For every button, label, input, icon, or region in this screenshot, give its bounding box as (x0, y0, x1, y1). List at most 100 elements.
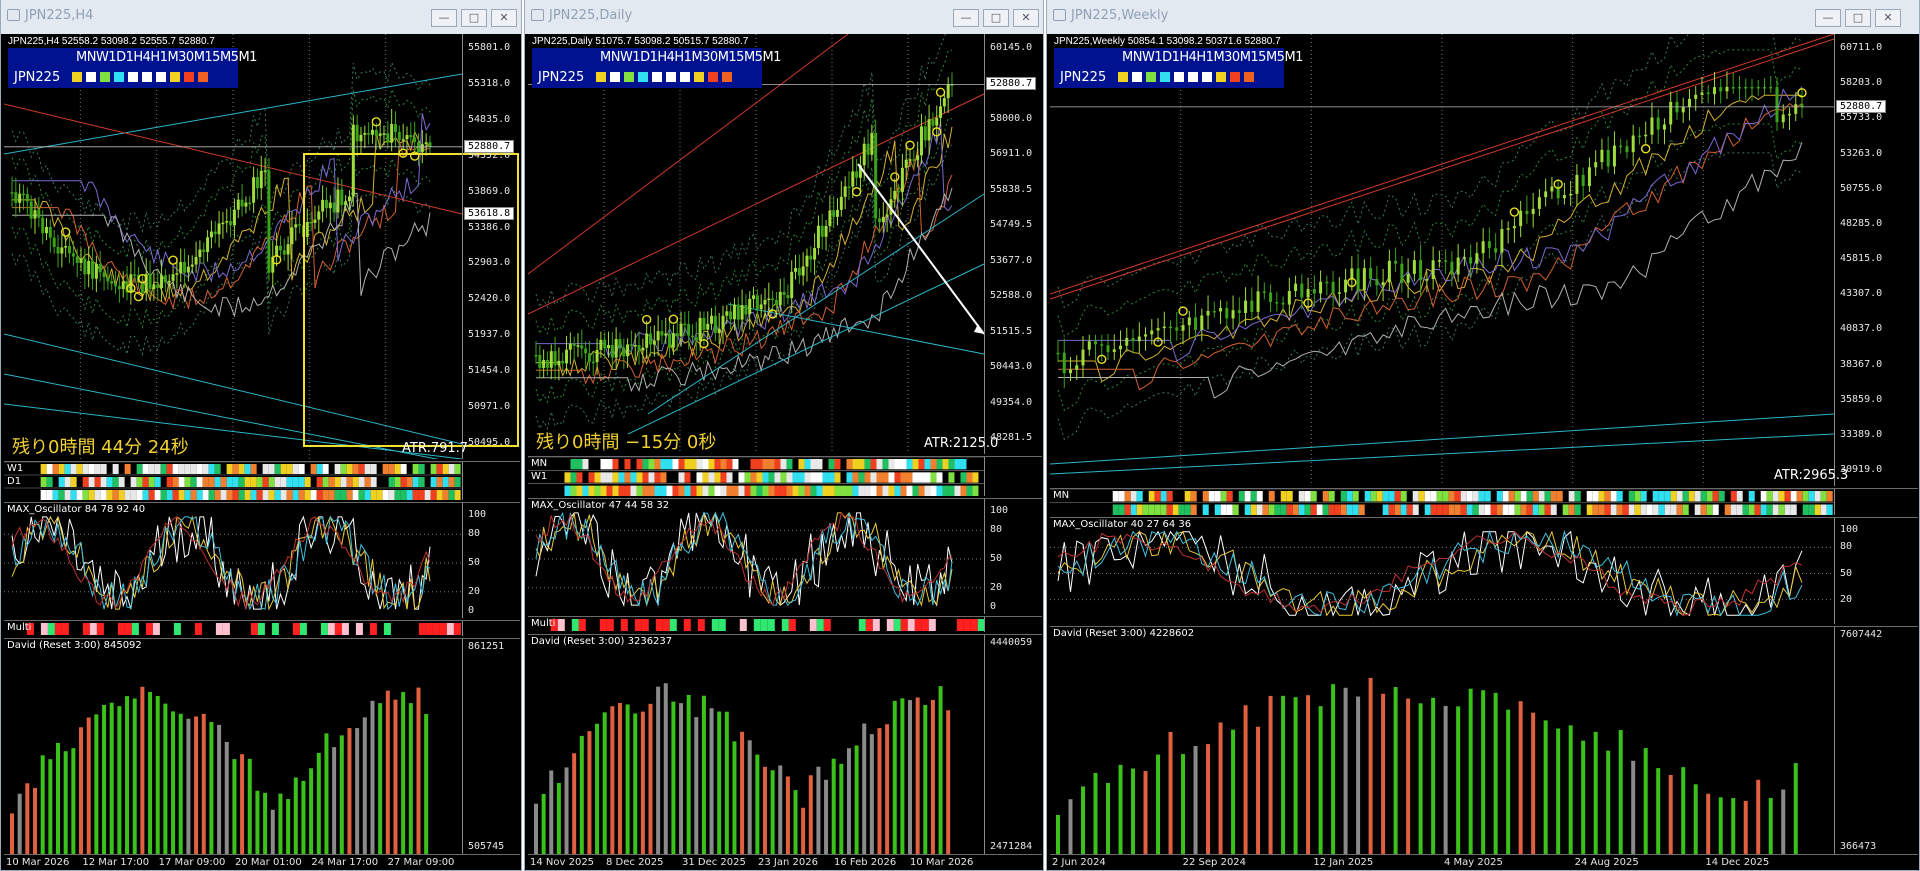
mtf-cell (112, 490, 119, 500)
maximize-button[interactable]: □ (1845, 9, 1871, 27)
candle-body (721, 315, 725, 329)
candle-body (790, 271, 794, 299)
candle-body (1412, 260, 1416, 274)
mtf-cell (966, 472, 973, 483)
mtf-cell (190, 490, 197, 500)
volume-bar (1343, 687, 1348, 854)
maximize-button[interactable]: □ (461, 9, 487, 27)
mtf-cell (430, 490, 437, 500)
window-titlebar[interactable]: JPN225,Daily — □ ✕ (525, 0, 1043, 34)
mtf-cell (612, 485, 619, 496)
signal-marker (668, 314, 679, 324)
candle-body (538, 354, 542, 368)
mtf-cell (388, 490, 395, 500)
candle-body (75, 256, 79, 263)
mtf-cell (1304, 504, 1311, 515)
volume-bar (1181, 754, 1186, 854)
band-line (535, 144, 952, 431)
mtf-cell (238, 464, 245, 474)
candle-body (1419, 260, 1423, 281)
mtf-cell (696, 459, 703, 470)
volume-bar (1106, 782, 1111, 854)
candle-body (1119, 345, 1123, 350)
chart-window-weekly[interactable]: JPN225,Weekly — □ ✕ 60711.0 58203.0 55733.… (1046, 0, 1920, 871)
mtf-cell (1382, 504, 1389, 515)
mtf-cell (388, 464, 395, 474)
candle-body (1075, 365, 1079, 370)
symbol-label: JPN225 (14, 70, 61, 85)
chart-area[interactable]: 55801.0 55318.0 54835.0 54352.0 53869.0 53386… (4, 34, 520, 870)
maximize-button[interactable]: □ (983, 9, 1009, 27)
candle-body (713, 315, 717, 334)
mtf-cell (1592, 504, 1599, 515)
mtf-cell (876, 459, 883, 470)
close-button[interactable]: ✕ (1013, 9, 1039, 27)
mtf-cell (720, 485, 727, 496)
mtf-strip-panel: MN (1050, 488, 1918, 515)
chart-window-daily[interactable]: JPN225,Daily — □ ✕ 60145.059072.558000.0… (524, 0, 1044, 871)
close-button[interactable]: ✕ (491, 9, 517, 27)
mtf-cell (612, 459, 619, 470)
multi-cell (327, 623, 335, 635)
volume-bar (316, 752, 321, 854)
chart-area[interactable]: 60145.059072.558000.056911.055838.554749… (528, 34, 1042, 870)
mtf-cell (600, 485, 607, 496)
mtf-cell (340, 464, 347, 474)
mtf-cell (1790, 504, 1797, 515)
mtf-cell (1454, 491, 1461, 502)
mtf-cell (1790, 491, 1797, 502)
candle-body (52, 237, 56, 247)
candle-body (870, 132, 874, 155)
mtf-cell (768, 472, 775, 483)
volume-bar (408, 703, 413, 854)
mtf-cell (1640, 504, 1647, 515)
volume-bar (339, 735, 344, 854)
candle-body (912, 159, 916, 161)
multi-cell (823, 619, 831, 631)
moving-average-line (1058, 102, 1803, 391)
window-titlebar[interactable]: JPN225,H4 — □ ✕ (1, 0, 521, 34)
window-titlebar[interactable]: JPN225,Weekly — □ ✕ (1047, 0, 1919, 34)
mtf-cell (1244, 491, 1251, 502)
candle-body (881, 216, 885, 223)
time-tick: 8 Dec 2025 (606, 857, 664, 868)
volume-bar (648, 703, 653, 854)
volume-bar (1118, 764, 1123, 854)
volume-bar (846, 748, 851, 854)
timeframe-status-square (1244, 72, 1254, 82)
close-button[interactable]: ✕ (1875, 9, 1901, 27)
mtf-cell (828, 459, 835, 470)
multi-cell (718, 619, 726, 631)
volume-bar (663, 683, 668, 854)
remaining-time: 残り0時間 −15分 0秒 (536, 432, 717, 453)
mtf-cell (774, 472, 781, 483)
mtf-cell (672, 459, 679, 470)
minimize-button[interactable]: — (431, 9, 457, 27)
timeframe-status-square (708, 72, 718, 82)
mtf-cell (322, 490, 329, 500)
minimize-button[interactable]: — (1815, 9, 1841, 27)
candle-body (259, 170, 263, 189)
mtf-cell (106, 477, 113, 487)
mtf-cell (1292, 504, 1299, 515)
candle-body (1400, 263, 1404, 283)
candle-body (1706, 92, 1710, 95)
mtf-cell (262, 477, 269, 487)
candle-body (1762, 86, 1766, 89)
price-tick: 33389.0 (1840, 428, 1883, 440)
multi-cell (40, 623, 48, 635)
chart-window-h4[interactable]: JPN225,H4 — □ ✕ 55801.0 55318.0 54835.0 543… (0, 0, 522, 871)
symbol-label: JPN225 (1060, 70, 1107, 85)
mtf-cell (1730, 491, 1737, 502)
mtf-cell (1394, 491, 1401, 502)
chart-area[interactable]: 60711.0 58203.0 55733.0 53263.0 50755.0 48285… (1050, 34, 1918, 870)
volume-bar (1131, 768, 1136, 854)
timeframe-status-square (198, 72, 208, 82)
mtf-cell (1676, 504, 1683, 515)
mtf-cell (1154, 491, 1161, 502)
minimize-button[interactable]: — (953, 9, 979, 27)
price-tick: 50755.0 (1840, 182, 1883, 194)
multi-cell (557, 619, 565, 631)
mtf-cell (708, 459, 715, 470)
mtf-cell (642, 485, 649, 496)
